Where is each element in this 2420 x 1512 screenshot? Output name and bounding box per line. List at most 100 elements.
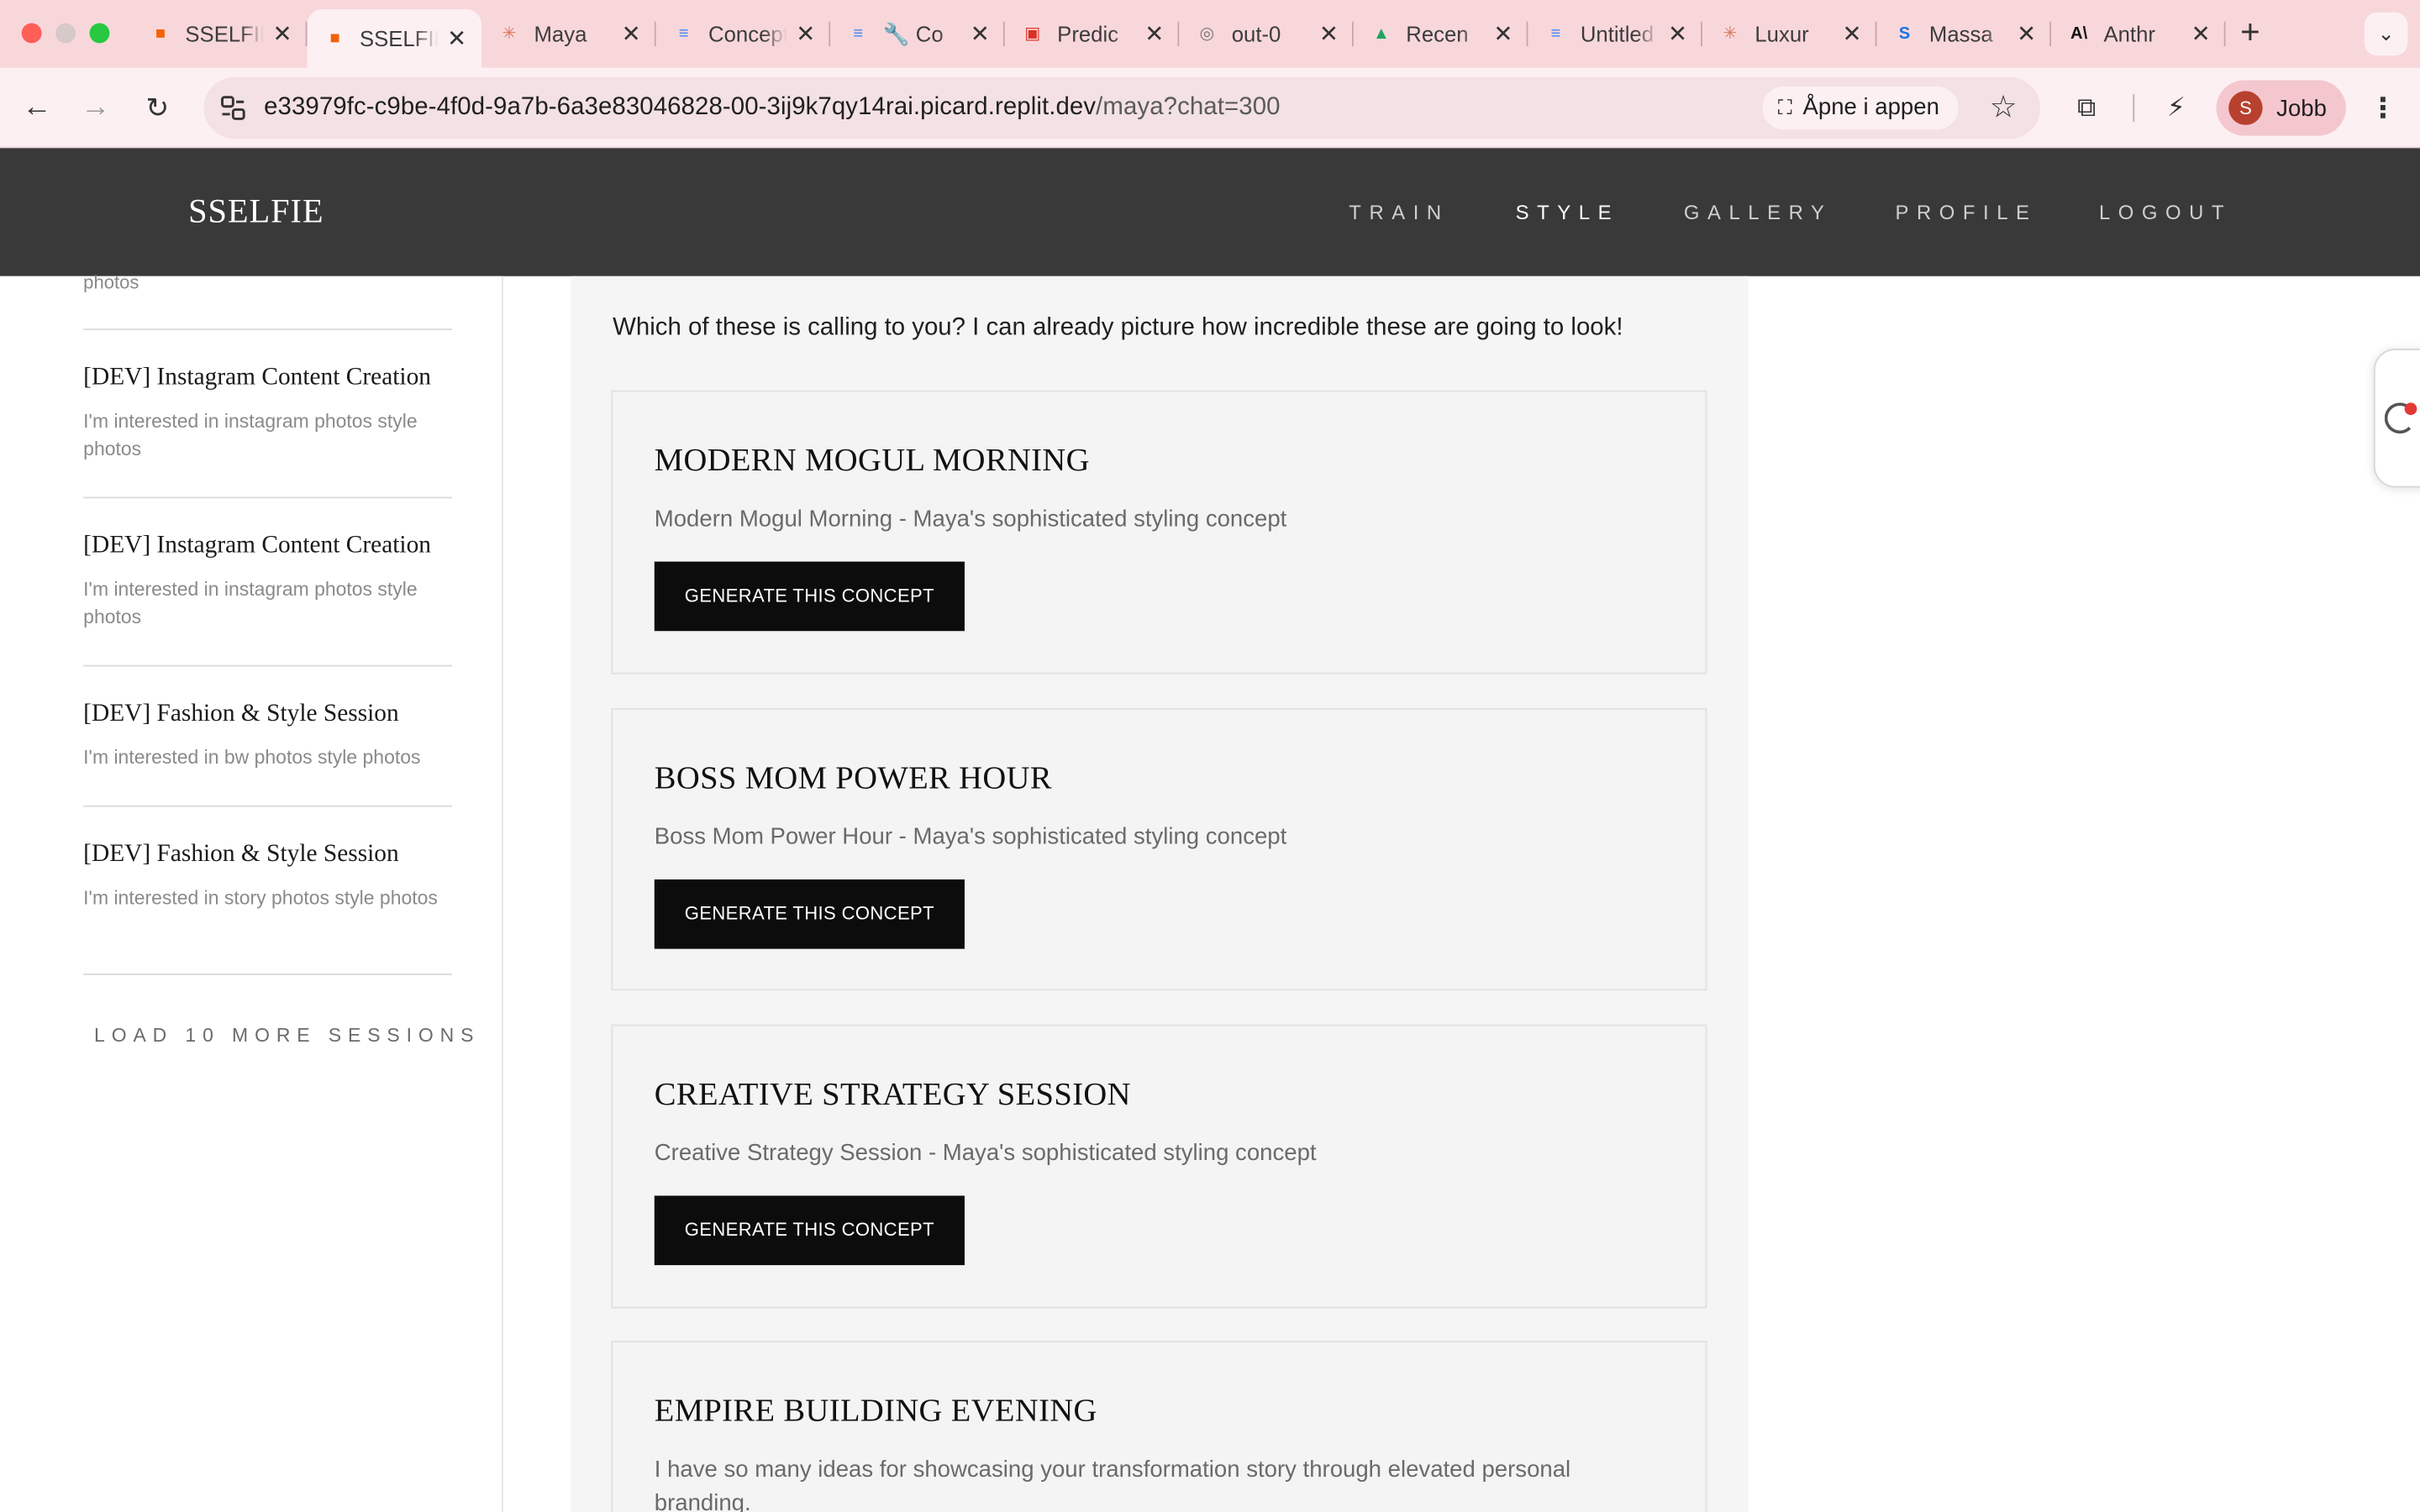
browser-tabs: ■SSELFIE✕■SSELFIE✕✳Maya✕≡Concept✕≡🔧 Co✕▣… — [133, 9, 2226, 68]
anthropic-icon: A\ — [2070, 24, 2088, 43]
browser-tab[interactable]: ≡ Untitled ✕ — [1528, 9, 1702, 59]
close-icon[interactable]: ✕ — [1665, 22, 1690, 48]
generate-concept-button[interactable]: GENERATE THIS CONCEPT — [654, 879, 965, 949]
browser-tab[interactable]: ✳ Maya ✕ — [481, 9, 656, 59]
back-button[interactable]: ← — [15, 87, 58, 129]
concept-description: Boss Mom Power Hour - Maya's sophisticat… — [654, 823, 1287, 851]
floating-assistant-widget[interactable] — [2373, 349, 2420, 488]
session-title[interactable]: [DEV] Instagram Content Creation — [83, 364, 431, 391]
browser-tab[interactable]: ✳ Luxur ✕ — [1702, 9, 1877, 59]
browser-tab[interactable]: A\ Anthr ✕ — [2051, 9, 2226, 59]
google-docs-icon: ≡ — [678, 24, 689, 43]
generate-concept-button[interactable]: GENERATE THIS CONCEPT — [654, 1195, 965, 1266]
nav-style[interactable]: STYLE — [1516, 201, 1619, 224]
tab-title: out-0 — [1231, 21, 1281, 47]
session-title[interactable]: [DEV] Instagram Content Creation — [83, 533, 431, 560]
close-icon[interactable]: ✕ — [1839, 22, 1864, 48]
profile-name: Jobb — [2276, 94, 2327, 122]
close-icon[interactable]: ✕ — [1142, 22, 1166, 48]
site-logo[interactable]: SSELFIE — [188, 192, 324, 232]
url-text[interactable]: e33979fc-c9be-4f0d-9a7b-6a3e83046828-00-… — [264, 94, 1280, 122]
tab-search-button[interactable]: ⌄ — [2364, 12, 2408, 56]
concept-description: Creative Strategy Session - Maya's sophi… — [654, 1140, 1317, 1167]
close-icon[interactable]: ✕ — [968, 22, 992, 48]
tab-title: 🔧 Co — [882, 20, 944, 46]
notification-dot — [2404, 402, 2417, 416]
session-divider — [83, 328, 453, 331]
session-title[interactable]: [DEV] Fashion & Style Session — [83, 841, 399, 869]
nav-profile[interactable]: PROFILE — [1896, 201, 2038, 224]
nav-gallery[interactable]: GALLERY — [1684, 201, 1833, 224]
browser-tab[interactable]: ≡ Concept ✕ — [656, 9, 831, 59]
browser-tab[interactable]: ■ SSELFIE✕ — [307, 9, 482, 68]
avatar: S — [2228, 91, 2263, 125]
bookmark-star-icon[interactable]: ☆ — [1985, 90, 2022, 127]
close-icon[interactable]: ✕ — [793, 22, 818, 48]
replit-icon: ■ — [329, 28, 340, 48]
nav-train[interactable]: TRAIN — [1349, 201, 1449, 224]
tab-separator — [2223, 21, 2226, 47]
new-tab-button[interactable]: + — [2232, 14, 2269, 52]
open-in-app-button[interactable]: ⛶ Åpne i appen — [1762, 86, 1958, 130]
site-settings-icon[interactable] — [219, 94, 247, 122]
close-icon[interactable]: ✕ — [1491, 22, 1515, 48]
browser-tab[interactable]: ▲ Recen ✕ — [1354, 9, 1528, 59]
forward-button[interactable]: → — [74, 87, 117, 129]
concept-description: I have so many ideas for showcasing your… — [654, 1456, 1571, 1512]
session-subtitle: I'm interested in bw photos style photos — [83, 746, 421, 769]
google-drive-icon: ▲ — [1372, 24, 1390, 43]
session-title[interactable]: [DEV] Fashion & Style Session — [83, 701, 399, 728]
session-divider — [83, 805, 453, 807]
close-icon[interactable]: ✕ — [619, 22, 644, 48]
tab-title: Massa — [1928, 21, 1993, 47]
window-zoom-button[interactable] — [89, 23, 110, 44]
close-icon[interactable]: ✕ — [2188, 22, 2212, 48]
claude-icon: ✳ — [1723, 24, 1738, 43]
concept-title: MODERN MOGUL MORNING — [654, 441, 1090, 479]
open-app-icon: ⛶ — [1777, 95, 1792, 119]
session-divider — [83, 496, 453, 499]
session-subtitle: I'm interested in story photos style pho… — [83, 887, 438, 909]
concept-card: EMPIRE BUILDING EVENING I have so many i… — [611, 1341, 1707, 1512]
concept-card: BOSS MOM POWER HOUR Boss Mom Power Hour … — [611, 708, 1707, 991]
google-docs-icon: ≡ — [1550, 24, 1561, 43]
address-bar[interactable]: e33979fc-c9be-4f0d-9a7b-6a3e83046828-00-… — [203, 76, 2041, 139]
extensions-icon[interactable]: ⧉ — [2065, 87, 2108, 129]
close-icon[interactable]: ✕ — [1317, 22, 1341, 48]
load-more-sessions-button[interactable]: LOAD 10 MORE SESSIONS — [94, 1025, 480, 1047]
google-docs-icon: ≡ — [853, 24, 864, 43]
browser-tab[interactable]: ■ SSELFIE✕ — [133, 9, 308, 59]
tab-title: Predic — [1057, 21, 1119, 47]
concept-card: MODERN MOGUL MORNING Modern Mogul Mornin… — [611, 390, 1707, 675]
claude-icon: ✳ — [502, 24, 517, 43]
concept-title: CREATIVE STRATEGY SESSION — [654, 1075, 1131, 1113]
close-icon[interactable]: ✕ — [445, 26, 469, 52]
browser-tab[interactable]: ▣ Predic ✕ — [1005, 9, 1180, 59]
session-subtitle: I'm interested in instagram photos style… — [83, 410, 418, 460]
browser-tab[interactable]: ≡ 🔧 Co ✕ — [830, 9, 1005, 59]
window-close-button[interactable] — [21, 23, 42, 44]
window-minimize-button[interactable] — [55, 23, 76, 44]
performance-icon[interactable]: ⚡ — [2154, 87, 2197, 129]
browser-menu-icon[interactable]: ⋮ — [2361, 87, 2404, 129]
profile-button[interactable]: S Jobb — [2216, 80, 2346, 136]
close-icon[interactable]: ✕ — [2014, 22, 2039, 48]
concept-title: EMPIRE BUILDING EVENING — [654, 1391, 1097, 1429]
tab-title: Maya — [534, 21, 587, 47]
concept-description: Modern Mogul Morning - Maya's sophistica… — [654, 506, 1287, 533]
chat-panel: Which of these is calling to you? I can … — [571, 276, 1749, 1512]
site-header: SSELFIE TRAIN STYLE GALLERY PROFILE LOGO… — [0, 148, 2420, 276]
globe-icon: ◎ — [1199, 24, 1215, 43]
close-icon[interactable]: ✕ — [270, 22, 294, 48]
tab-title: Luxur — [1754, 21, 1809, 47]
url-path: /maya?chat=300 — [1096, 94, 1281, 121]
session-divider — [83, 664, 453, 667]
browser-tab[interactable]: S Massa ✕ — [1876, 9, 2052, 59]
maya-message: Which of these is calling to you? I can … — [613, 314, 1623, 341]
generate-concept-button[interactable]: GENERATE THIS CONCEPT — [654, 561, 965, 632]
slides-icon: ▣ — [1024, 24, 1041, 43]
toolbar-divider — [2133, 94, 2135, 123]
nav-logout[interactable]: LOGOUT — [2099, 201, 2232, 224]
browser-tab[interactable]: ◎ out-0 ✕ — [1179, 9, 1354, 59]
reload-button[interactable]: ↻ — [136, 87, 179, 129]
